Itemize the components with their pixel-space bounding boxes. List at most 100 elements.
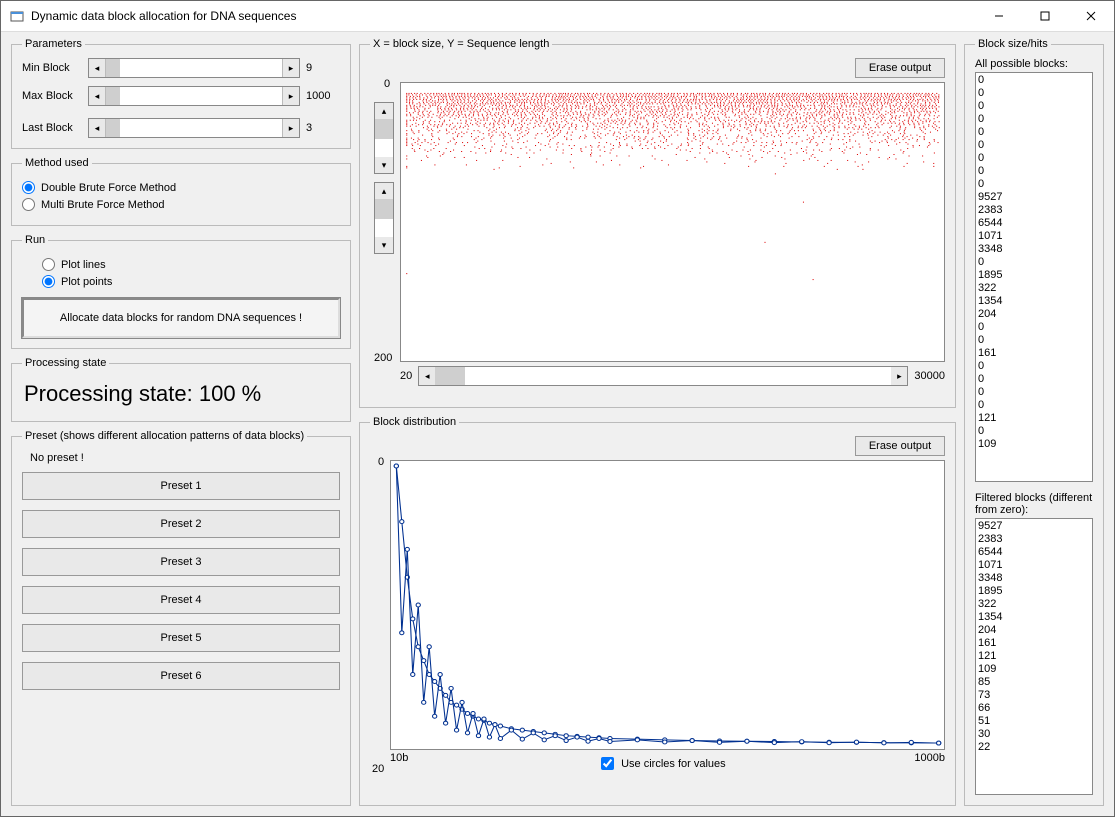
list-item[interactable]: 0 — [978, 321, 1090, 334]
list-item[interactable]: 161 — [978, 347, 1090, 360]
plot1-hscroll[interactable]: ◂ ▸ — [418, 366, 908, 386]
list-item[interactable]: 6544 — [978, 546, 1090, 559]
list-item[interactable]: 0 — [978, 165, 1090, 178]
method-double-radio[interactable] — [22, 181, 35, 194]
preset-4-button[interactable]: Preset 4 — [22, 586, 340, 614]
processing-text: Processing state: 100 % — [22, 377, 340, 411]
list-item[interactable]: 0 — [978, 399, 1090, 412]
plot1-group: X = block size, Y = Sequence length Eras… — [359, 38, 956, 408]
list-item[interactable]: 1071 — [978, 230, 1090, 243]
list-item[interactable]: 1354 — [978, 295, 1090, 308]
list-item[interactable]: 0 — [978, 100, 1090, 113]
list-item[interactable]: 109 — [978, 663, 1090, 676]
list-item[interactable]: 0 — [978, 334, 1090, 347]
list-item[interactable]: 0 — [978, 113, 1090, 126]
preset-2-button[interactable]: Preset 2 — [22, 510, 340, 538]
blocks-legend: Block size/hits — [975, 38, 1051, 50]
arrow-down-icon[interactable]: ▾ — [375, 157, 393, 173]
preset-1-button[interactable]: Preset 1 — [22, 472, 340, 500]
list-item[interactable]: 2383 — [978, 533, 1090, 546]
list-item[interactable]: 51 — [978, 715, 1090, 728]
list-item[interactable]: 109 — [978, 438, 1090, 451]
arrow-right-icon[interactable]: ▸ — [282, 59, 299, 77]
method-multi-label: Multi Brute Force Method — [41, 199, 165, 211]
list-item[interactable]: 1895 — [978, 585, 1090, 598]
preset-legend: Preset (shows different allocation patte… — [22, 430, 307, 442]
min-block-value: 9 — [306, 62, 340, 74]
arrow-up-icon[interactable]: ▴ — [375, 103, 393, 119]
allocate-button[interactable]: Allocate data blocks for random DNA sequ… — [22, 298, 340, 338]
list-item[interactable]: 3348 — [978, 572, 1090, 585]
arrow-left-icon[interactable]: ◂ — [89, 87, 106, 105]
min-block-slider[interactable]: ◂ ▸ — [88, 58, 300, 78]
list-item[interactable]: 1895 — [978, 269, 1090, 282]
last-block-slider[interactable]: ◂ ▸ — [88, 118, 300, 138]
arrow-right-icon[interactable]: ▸ — [891, 367, 907, 385]
list-item[interactable]: 73 — [978, 689, 1090, 702]
list-item[interactable]: 0 — [978, 139, 1090, 152]
list-item[interactable]: 0 — [978, 152, 1090, 165]
plot1-vscroll-b[interactable]: ▴ ▾ — [374, 182, 394, 254]
list-item[interactable]: 0 — [978, 256, 1090, 269]
arrow-left-icon[interactable]: ◂ — [89, 59, 106, 77]
preset-3-button[interactable]: Preset 3 — [22, 548, 340, 576]
minimize-button[interactable] — [976, 1, 1022, 31]
list-item[interactable]: 30 — [978, 728, 1090, 741]
list-item[interactable]: 0 — [978, 373, 1090, 386]
preset-6-button[interactable]: Preset 6 — [22, 662, 340, 690]
list-item[interactable]: 66 — [978, 702, 1090, 715]
list-item[interactable]: 9527 — [978, 191, 1090, 204]
arrow-up-icon[interactable]: ▴ — [375, 183, 393, 199]
use-circles-checkbox[interactable] — [601, 757, 614, 770]
list-item[interactable]: 0 — [978, 126, 1090, 139]
list-item[interactable]: 204 — [978, 308, 1090, 321]
run-group: Run Plot lines Plot points Allocate data… — [11, 234, 351, 349]
plot1-erase-button[interactable]: Erase output — [855, 58, 945, 78]
arrow-left-icon[interactable]: ◂ — [419, 367, 435, 385]
list-item[interactable]: 121 — [978, 650, 1090, 663]
list-item[interactable]: 9527 — [978, 520, 1090, 533]
processing-group: Processing state Processing state: 100 % — [11, 357, 351, 422]
list-item[interactable]: 0 — [978, 360, 1090, 373]
preset-5-button[interactable]: Preset 5 — [22, 624, 340, 652]
list-item[interactable]: 3348 — [978, 243, 1090, 256]
list-item[interactable]: 0 — [978, 87, 1090, 100]
list-item[interactable]: 0 — [978, 74, 1090, 87]
list-item[interactable]: 1071 — [978, 559, 1090, 572]
arrow-right-icon[interactable]: ▸ — [282, 87, 299, 105]
plot1-x-right: 30000 — [914, 370, 945, 382]
plot-points-radio[interactable] — [42, 275, 55, 288]
maximize-button[interactable] — [1022, 1, 1068, 31]
use-circles-label: Use circles for values — [621, 758, 726, 770]
list-item[interactable]: 0 — [978, 425, 1090, 438]
run-legend: Run — [22, 234, 48, 246]
plot1-vscroll-a[interactable]: ▴ ▾ — [374, 102, 394, 174]
all-blocks-label: All possible blocks: — [975, 58, 1093, 70]
list-item[interactable]: 2383 — [978, 204, 1090, 217]
list-item[interactable]: 121 — [978, 412, 1090, 425]
list-item[interactable]: 0 — [978, 178, 1090, 191]
list-item[interactable]: 1354 — [978, 611, 1090, 624]
all-blocks-list[interactable]: 0000000009527238365441071334801895322135… — [975, 72, 1093, 482]
list-item[interactable]: 6544 — [978, 217, 1090, 230]
list-item[interactable]: 204 — [978, 624, 1090, 637]
plot2-erase-button[interactable]: Erase output — [855, 436, 945, 456]
arrow-right-icon[interactable]: ▸ — [282, 119, 299, 137]
list-item[interactable]: 322 — [978, 598, 1090, 611]
list-item[interactable]: 0 — [978, 386, 1090, 399]
parameters-group: Parameters Min Block ◂ ▸ 9 Max Block ◂ — [11, 38, 351, 149]
max-block-label: Max Block — [22, 90, 82, 102]
list-item[interactable]: 85 — [978, 676, 1090, 689]
list-item[interactable]: 322 — [978, 282, 1090, 295]
plot-lines-radio[interactable] — [42, 258, 55, 271]
plot1-canvas — [400, 82, 945, 362]
method-multi-radio[interactable] — [22, 198, 35, 211]
list-item[interactable]: 161 — [978, 637, 1090, 650]
arrow-left-icon[interactable]: ◂ — [89, 119, 106, 137]
close-button[interactable] — [1068, 1, 1114, 31]
preset-note: No preset ! — [30, 452, 340, 464]
list-item[interactable]: 22 — [978, 741, 1090, 754]
arrow-down-icon[interactable]: ▾ — [375, 237, 393, 253]
max-block-slider[interactable]: ◂ ▸ — [88, 86, 300, 106]
filtered-blocks-list[interactable]: 9527238365441071334818953221354204161121… — [975, 518, 1093, 795]
